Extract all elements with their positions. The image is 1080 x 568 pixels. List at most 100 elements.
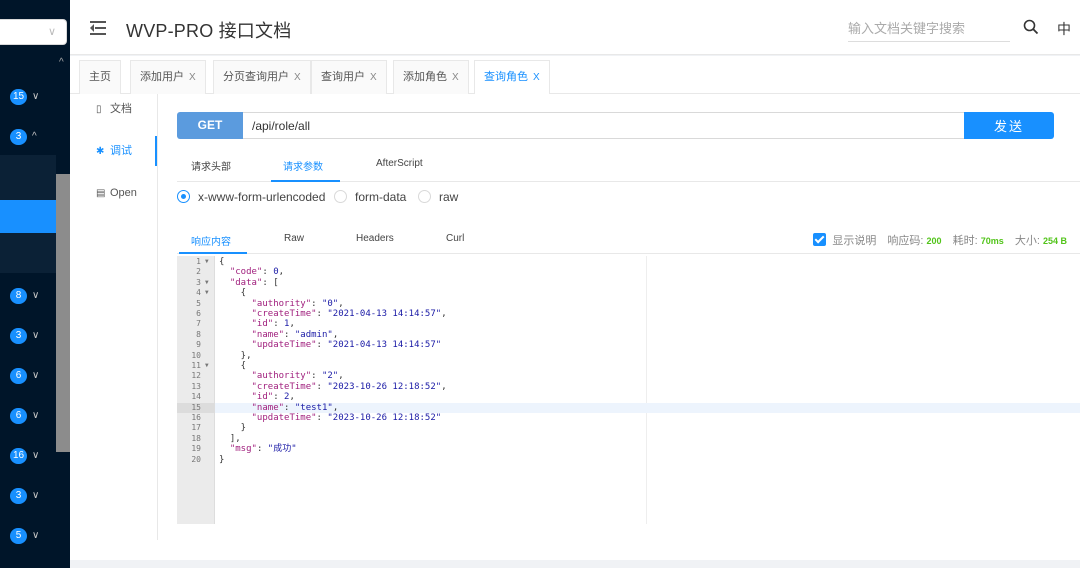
tab-page[interactable]: 分页查询用户 X	[213, 60, 311, 94]
chevron-up-icon[interactable]: ^	[59, 57, 64, 68]
code-text: "authority": "0",	[251, 298, 344, 309]
tab-response-curl[interactable]: Curl	[446, 233, 464, 244]
line-number: 20	[191, 454, 201, 464]
page-title: WVP-PRO 接口文档	[126, 21, 292, 41]
request-url-row: GET 发送	[177, 112, 1054, 139]
code-line: 10 },	[177, 351, 1080, 361]
tab-page[interactable]: 主页	[79, 60, 121, 94]
nav-doc[interactable]: ▯ 文档	[70, 94, 158, 124]
sidebar-group-item[interactable]: 8 ∨	[0, 276, 56, 316]
code-line: 19 "msg": "成功"	[177, 444, 1080, 454]
code-text: "msg": "成功"	[229, 444, 297, 455]
line-number: 16	[191, 413, 201, 422]
fold-toggle-icon[interactable]: ▼	[205, 257, 209, 267]
code-line: 2 "code": 0,	[177, 267, 1080, 277]
code-text: "createTime": "2023-10-26 12:18:52",	[251, 381, 447, 392]
code-text: "authority": "2",	[251, 371, 344, 382]
code-text: {	[219, 288, 247, 299]
line-number: 6	[196, 309, 201, 318]
chevron-icon: ∨	[32, 370, 40, 381]
code-text: ],	[219, 433, 241, 444]
url-input[interactable]	[243, 112, 965, 139]
count-badge: 8	[10, 288, 27, 304]
bottom-strip	[70, 560, 1080, 568]
search-icon[interactable]	[1023, 19, 1039, 35]
sidebar-group-item[interactable]: 6 ∨	[0, 356, 56, 396]
code-line: 11 ▼ {	[177, 361, 1080, 371]
fold-toggle-icon[interactable]: ▼	[205, 278, 209, 288]
tab-page[interactable]: 添加用户 X	[130, 60, 206, 94]
line-number: 4	[196, 288, 201, 298]
line-number: 2	[196, 267, 201, 277]
count-badge: 15	[10, 89, 28, 105]
fold-toggle-icon[interactable]: ▼	[205, 361, 209, 371]
sidebar-group-item[interactable]: 16 ∨	[0, 436, 56, 476]
chevron-icon: ∨	[32, 91, 40, 102]
line-number: 3	[196, 277, 201, 287]
line-number: 5	[196, 298, 201, 308]
sidebar-group-item[interactable]: 3 ∨	[0, 316, 56, 356]
group-select[interactable]: ∨	[0, 19, 67, 45]
send-button[interactable]: 发送	[964, 112, 1054, 139]
tab-response-raw[interactable]: Raw	[284, 233, 304, 244]
radio-urlencoded[interactable]: x-www-form-urlencoded	[177, 190, 325, 204]
tab-request-params[interactable]: 请求参数	[283, 158, 323, 173]
sidebar-group-item[interactable]: 5 ∨	[0, 516, 56, 556]
line-number: 13	[191, 381, 201, 391]
line-number: 9	[196, 340, 201, 350]
tab-ink-bar	[179, 252, 247, 254]
line-number: 8	[196, 329, 201, 339]
fold-toggle-icon[interactable]: ▼	[205, 288, 209, 298]
close-icon[interactable]: X	[452, 72, 459, 83]
sidebar-active-item[interactable]	[0, 200, 56, 233]
status-code: 200	[926, 236, 942, 246]
code-line: 5 "authority": "0",	[177, 299, 1080, 309]
nav-active-indicator	[155, 136, 157, 166]
line-number: 1	[196, 257, 201, 266]
tab-after-script[interactable]: AfterScript	[376, 158, 423, 169]
response-size: 254 B	[1042, 236, 1067, 246]
chevron-icon: ∨	[32, 490, 40, 501]
chevron-icon: ∨	[32, 290, 40, 301]
code-text: "id": 1,	[251, 319, 295, 330]
radio-raw[interactable]: raw	[418, 190, 458, 204]
tab-page[interactable]: 查询用户 X	[311, 60, 387, 94]
tab-response-content[interactable]: 响应内容	[191, 233, 231, 248]
radio-form-data[interactable]: form-data	[334, 190, 406, 204]
tab-page[interactable]: 添加角色 X	[393, 60, 469, 94]
sidebar-group-item[interactable]: 6 ∨	[0, 396, 56, 436]
response-code-editor[interactable]: 1 ▼{2 "code": 0, 3 ▼ "data": [4 ▼ {5 "author…	[177, 256, 1080, 524]
code-line: 3 ▼ "data": [	[177, 278, 1080, 288]
close-icon[interactable]: X	[189, 72, 196, 83]
sidebar-group-item[interactable]: 15 ∨	[0, 77, 56, 117]
tab-response-headers[interactable]: Headers	[356, 233, 394, 244]
count-badge: 6	[10, 408, 27, 424]
tab-request-headers[interactable]: 请求头部	[191, 158, 231, 173]
response-time: 70ms	[980, 236, 1004, 246]
code-line: 7 "id": 1,	[177, 319, 1080, 329]
sidebar-group-item[interactable]: 3 ∨	[0, 476, 56, 516]
method-badge[interactable]: GET	[177, 112, 243, 139]
count-badge: 16	[10, 448, 28, 464]
code-text: },	[219, 350, 252, 361]
language-switch[interactable]: 中	[1057, 19, 1071, 39]
code-line: 6 "createTime": "2021-04-13 14:14:57",	[177, 309, 1080, 319]
code-text: "updateTime": "2021-04-13 14:14:57"	[251, 340, 442, 351]
show-desc-checkbox[interactable]	[813, 233, 827, 246]
sidebar-scrollbar[interactable]	[56, 174, 70, 452]
search-input[interactable]	[848, 16, 1010, 42]
code-line: 13 "createTime": "2023-10-26 12:18:52",	[177, 382, 1080, 392]
code-line: 9 "updateTime": "2021-04-13 14:14:57"	[177, 340, 1080, 350]
tab-page[interactable]: 查询角色 X	[474, 60, 550, 95]
sidebar-group-item[interactable]: 3 ^	[0, 117, 56, 157]
menu-toggle-icon[interactable]	[90, 21, 106, 35]
close-icon[interactable]: X	[533, 72, 540, 83]
code-line: 20}	[177, 455, 1080, 465]
code-text: }	[219, 454, 225, 465]
top-header: WVP-PRO 接口文档 中	[70, 0, 1080, 55]
close-icon[interactable]: X	[370, 72, 377, 83]
close-icon[interactable]: X	[294, 72, 301, 83]
nav-open[interactable]: ▤ Open	[70, 178, 158, 208]
line-number: 15	[177, 402, 215, 413]
nav-debug[interactable]: ✱ 调试	[70, 136, 158, 166]
